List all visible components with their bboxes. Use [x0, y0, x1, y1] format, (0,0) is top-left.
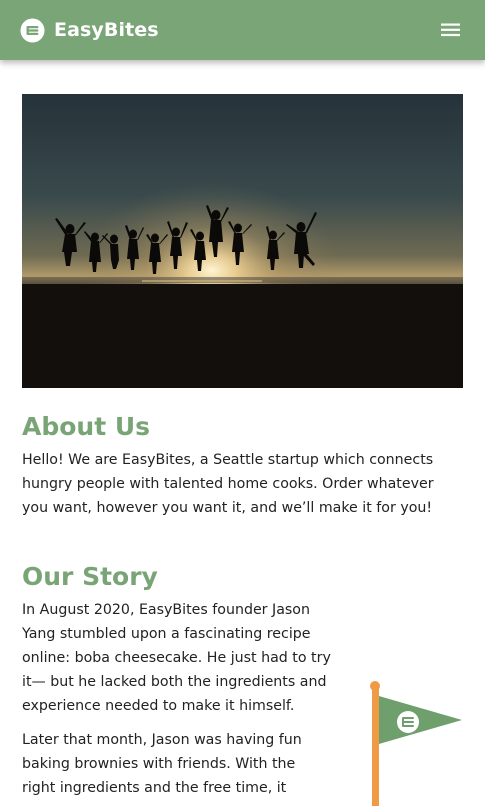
menu-button[interactable] — [438, 20, 464, 40]
our-story-heading: Our Story — [22, 562, 158, 591]
hero-image — [22, 94, 463, 388]
about-line: Hello! We are EasyBites, a Seattle start… — [22, 452, 434, 468]
hamburger-menu-icon — [441, 23, 460, 37]
story-line: Later that month, Jason was having fun — [22, 732, 302, 748]
easybites-pennant-flag-icon — [370, 681, 462, 806]
story-line: online: boba cheesecake. He just had to … — [22, 650, 331, 666]
story-line: In August 2020, EasyBites founder Jason — [22, 602, 310, 618]
story-line: Yang stumbled upon a fascinating recipe — [22, 626, 311, 642]
top-navbar: EasyBites — [0, 0, 485, 60]
easybites-logo-icon — [20, 17, 45, 43]
brand-link[interactable]: EasyBites — [20, 17, 159, 43]
about-line: hungry people with talented home cooks. … — [22, 476, 434, 492]
story-paragraph-1: In August 2020, EasyBites founder Jason … — [22, 598, 331, 718]
story-line: baking brownies with friends. With the — [22, 756, 296, 772]
story-line: experience needed to make it himself. — [22, 698, 295, 714]
about-us-text: Hello! We are EasyBites, a Seattle start… — [22, 448, 434, 520]
story-line: it— but he lacked both the ingredients a… — [22, 674, 327, 690]
story-paragraph-2: Later that month, Jason was having fun b… — [22, 728, 302, 800]
brand-name: EasyBites — [54, 19, 159, 41]
about-line: you want, however you want it, and we’ll… — [22, 500, 433, 516]
about-us-heading: About Us — [22, 412, 151, 441]
story-line: right ingredients and the free time, it — [22, 780, 287, 796]
